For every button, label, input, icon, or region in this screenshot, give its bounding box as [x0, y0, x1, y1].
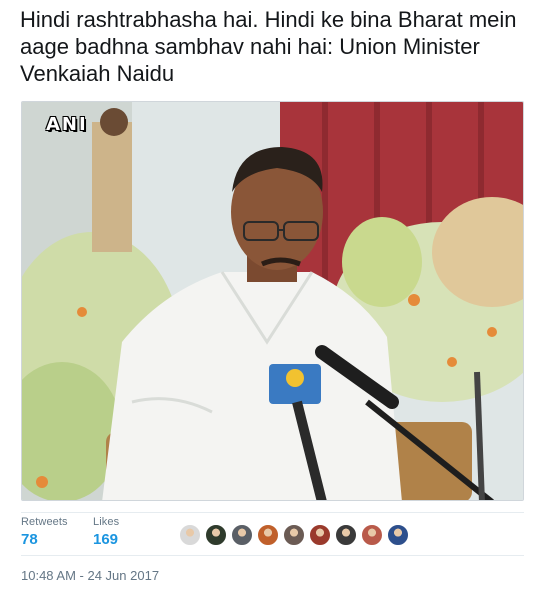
avatar-photo-icon[interactable]: [361, 524, 383, 546]
avatar-photo-icon[interactable]: [335, 524, 357, 546]
retweets-label: Retweets: [21, 516, 68, 528]
retweets-stat[interactable]: Retweets 78: [21, 516, 68, 548]
tweet-timestamp[interactable]: 10:48 AM - 24 Jun 2017: [21, 568, 159, 583]
avatar-photo-icon[interactable]: [179, 524, 201, 546]
avatar-photo-icon[interactable]: [231, 524, 253, 546]
likes-count: 169: [93, 531, 119, 548]
avatar-photo-icon[interactable]: [205, 524, 227, 546]
photo-scene: [22, 102, 523, 500]
avatar-photo-icon[interactable]: [257, 524, 279, 546]
divider-bottom: [21, 555, 524, 556]
tweet-text: Hindi rashtrabhasha hai. Hindi ke bina B…: [20, 7, 517, 86]
avatar-photo-icon[interactable]: [387, 524, 409, 546]
ani-watermark: ANI: [46, 114, 88, 135]
avatar-photo-icon[interactable]: [309, 524, 331, 546]
likes-stat[interactable]: Likes 169: [93, 516, 119, 548]
likes-label: Likes: [93, 516, 120, 528]
retweets-count: 78: [21, 531, 38, 548]
guard-figure: [92, 122, 132, 252]
avatar-photo-icon[interactable]: [283, 524, 305, 546]
tweet-photo[interactable]: ANI: [21, 101, 524, 501]
divider-top: [21, 512, 524, 513]
